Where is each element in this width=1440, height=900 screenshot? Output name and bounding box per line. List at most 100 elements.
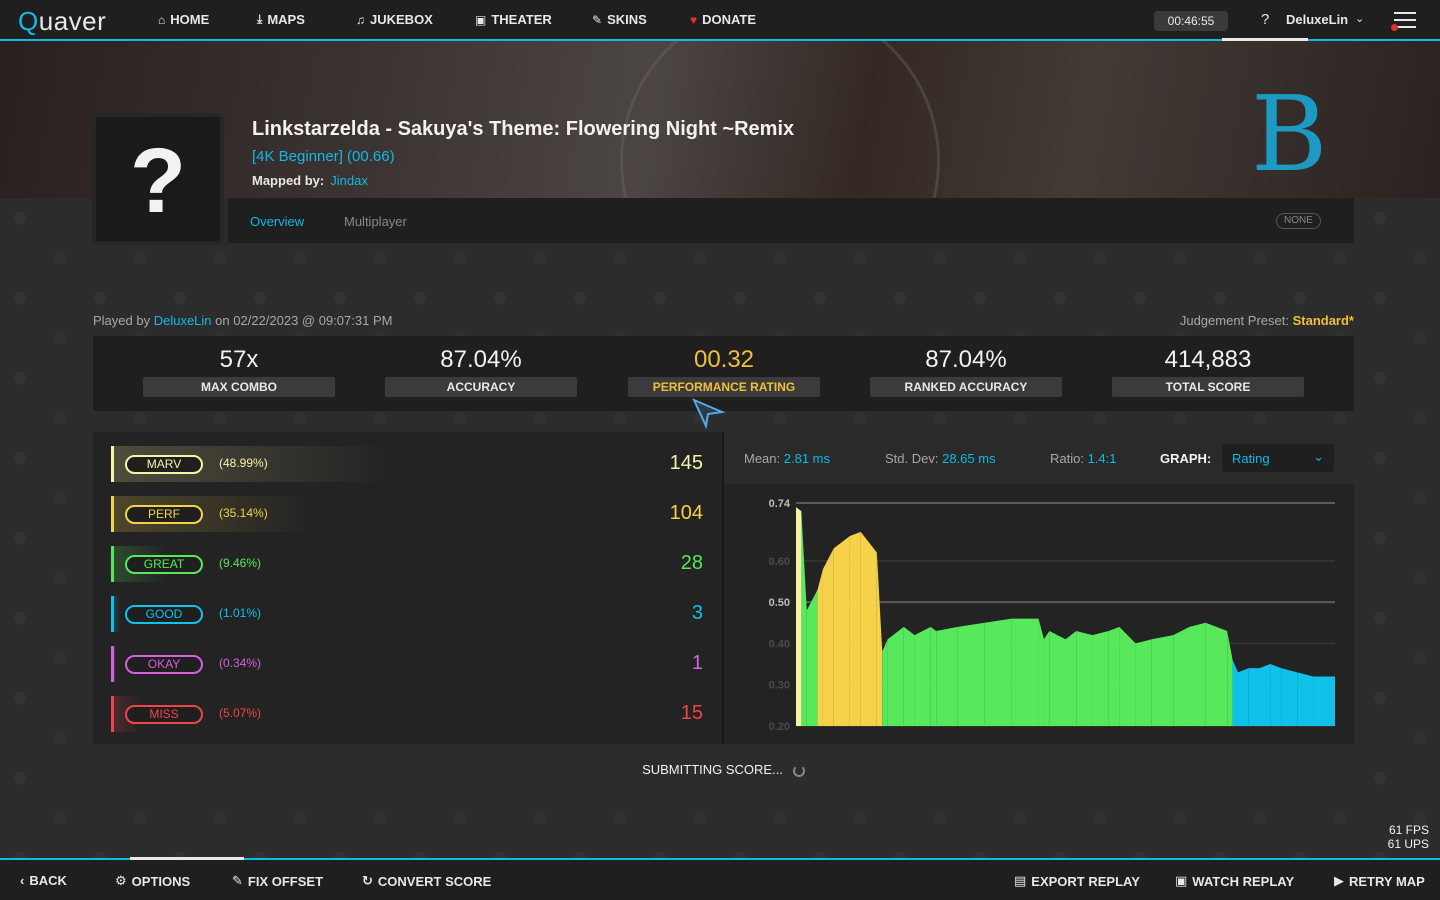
graph-area-segment — [984, 618, 1012, 726]
spinner-icon — [792, 764, 805, 777]
stat-max-combo: 57x MAX COMBO — [143, 346, 335, 397]
graph-area-segment — [1043, 631, 1050, 726]
submit-status: SUBMITTING SCORE... — [93, 744, 1354, 796]
judgement-list: MARV (48.99%) 145 PERF (35.14%) 104 GREAT (9.46… — [93, 432, 723, 744]
nav-donate[interactable]: ♥ DONATE — [690, 12, 756, 27]
archive-icon: ▤ — [1014, 873, 1027, 888]
retry-map-button[interactable]: ▶ RETRY MAP — [1334, 873, 1425, 889]
judgement-percent: (9.46%) — [219, 556, 262, 570]
graph-area-segment — [1189, 622, 1206, 726]
nav-skins[interactable]: ✎ SKINS — [592, 12, 647, 27]
graph-area-segment — [860, 531, 877, 726]
music-icon: ♫ — [356, 12, 365, 27]
graph-header: Mean: 2.81 ms Std. Dev: 28.65 ms Ratio: … — [724, 432, 1354, 484]
judgement-row-okay: OKAY (0.34%) 1 — [111, 646, 711, 682]
graph-area-segment — [1119, 626, 1136, 726]
gear-icon: ⚙ — [115, 873, 127, 888]
quaver-logo[interactable]: Quaver — [18, 6, 106, 37]
user-menu[interactable]: DeluxeLin — [1286, 12, 1348, 27]
nav-maps[interactable]: ⤓ MAPS — [257, 12, 305, 27]
clock: 00:46:55 — [1154, 11, 1228, 31]
graph-tick-label: 0.30 — [769, 680, 790, 692]
play-icon: ▶ — [1334, 873, 1344, 888]
fix-offset-button[interactable]: ✎ FIX OFFSET — [232, 873, 323, 889]
chevron-down-icon[interactable]: ⌄ — [1355, 12, 1364, 25]
graph-area-segment — [1076, 631, 1093, 726]
graph-tick-label: 0.74 — [769, 498, 791, 510]
graph-area-segment — [903, 626, 915, 726]
graph-area-segment — [1173, 626, 1190, 726]
graph-area-segment — [1135, 639, 1152, 726]
graph-area-segment — [887, 626, 904, 726]
bottom-navbar: ‹ BACK ⚙ OPTIONS ✎ FIX OFFSET ↻ CONVERT SCOR… — [0, 857, 1440, 900]
graph-area-segment — [914, 626, 931, 726]
map-cover: ? — [92, 113, 224, 245]
judgement-percent: (35.14%) — [219, 506, 268, 520]
judgement-pill: MARV — [125, 455, 203, 474]
nav-home[interactable]: ⌂ HOME — [158, 12, 209, 27]
graph-area-segment — [817, 569, 823, 726]
graph-area-segment — [1049, 631, 1066, 726]
judgement-count: 28 — [680, 552, 703, 574]
mods-badge: NONE — [1276, 213, 1321, 229]
judgement-row-perf: PERF (35.14%) 104 — [111, 496, 711, 532]
judgement-count: 1 — [691, 652, 703, 674]
results-panel: MARV (48.99%) 145 PERF (35.14%) 104 GREAT (9.46… — [93, 432, 1354, 744]
graph-area-segment — [930, 626, 937, 726]
graph-area-segment — [1151, 635, 1174, 726]
judgement-count: 145 — [669, 452, 703, 474]
judgement-pill: GREAT — [125, 555, 203, 574]
chevron-left-icon: ‹ — [20, 873, 25, 888]
home-icon: ⌂ — [158, 12, 166, 27]
graph-area-segment — [1108, 626, 1120, 726]
brush-icon: ✎ — [592, 12, 603, 27]
graph-area-segment — [822, 548, 834, 726]
export-replay-button[interactable]: ▤ EXPORT REPLAY — [1014, 873, 1140, 889]
nav-jukebox[interactable]: ♫ JUKEBOX — [356, 12, 433, 27]
download-icon: ⤓ — [257, 12, 263, 26]
map-difficulty: [4K Beginner] (00.66) — [252, 148, 395, 165]
graph-area-segment — [1011, 618, 1039, 726]
judgement-percent: (0.34%) — [219, 656, 262, 670]
mouse-cursor-icon — [692, 398, 726, 430]
graph-area-segment — [876, 552, 883, 726]
stat-accuracy: 87.04% ACCURACY — [385, 346, 577, 397]
ratio-stat: Ratio: 1.4:1 — [1050, 451, 1117, 466]
back-button[interactable]: ‹ BACK — [20, 873, 67, 888]
judgement-row-great: GREAT (9.46%) 28 — [111, 546, 711, 582]
refresh-icon: ↻ — [362, 873, 373, 888]
mapper-link[interactable]: Jindax — [330, 173, 368, 188]
watch-replay-button[interactable]: ▣ WATCH REPLAY — [1175, 873, 1294, 889]
heart-icon: ♥ — [690, 12, 698, 27]
graph-tick-label: 0.40 — [769, 638, 790, 650]
graph-area-segment — [833, 536, 850, 726]
judgement-percent: (1.01%) — [219, 606, 262, 620]
options-button[interactable]: ⚙ OPTIONS — [115, 873, 190, 889]
convert-score-button[interactable]: ↻ CONVERT SCORE — [362, 873, 491, 889]
hamburger-menu-icon[interactable] — [1391, 12, 1416, 31]
graph-area-segment — [1313, 676, 1335, 726]
graph-area-segment — [1227, 631, 1233, 726]
help-button[interactable]: ? — [1261, 11, 1269, 28]
judgement-ratio-fill — [114, 646, 116, 682]
tab-overview[interactable]: Overview — [250, 214, 304, 229]
graph-label: GRAPH: — [1160, 451, 1212, 466]
tab-multiplayer[interactable]: Multiplayer — [344, 214, 407, 229]
graph-tick-label: 0.60 — [769, 556, 790, 568]
judgement-preset: Judgement Preset: Standard* — [1179, 313, 1354, 328]
graph-area-segment — [936, 626, 958, 726]
bottom-indicator — [130, 857, 244, 860]
notification-dot — [1391, 24, 1398, 31]
graph-type-dropdown[interactable]: Rating ⌄ — [1222, 444, 1334, 472]
graph-area-segment — [801, 511, 807, 726]
player-link[interactable]: DeluxeLin — [154, 313, 212, 328]
judgement-pill: OKAY — [125, 655, 203, 674]
graph-area-segment — [796, 507, 802, 726]
map-title: Linkstarzelda - Sakuya's Theme: Flowerin… — [252, 118, 795, 140]
nav-theater[interactable]: ▣ THEATER — [475, 12, 552, 27]
stat-performance-rating: 00.32 PERFORMANCE RATING — [628, 346, 820, 397]
graph-area-segment — [1038, 618, 1044, 726]
fps-counter: 61 FPS 61 UPS — [1387, 823, 1429, 851]
results-tabs: Overview Multiplayer NONE — [228, 198, 1354, 243]
judgement-percent: (48.99%) — [219, 456, 268, 470]
